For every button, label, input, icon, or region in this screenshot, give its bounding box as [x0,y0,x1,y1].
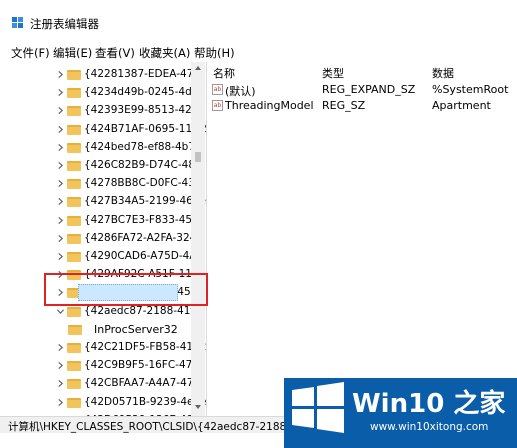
values-list: 名称 类型 数据 ab (默认) REG_EXPAND_SZ %SystemRo… [209,62,517,416]
tree-item-label: {4290CAD6-A75D-4AC [84,250,204,262]
registry-editor-icon [12,17,23,28]
value-data: %SystemRoot [432,83,509,96]
scroll-down-icon[interactable] [195,405,201,409]
tree-item-label: {42393E99-8513-42d3 [84,104,206,117]
tree-item-label: {4234d49b-0245-4df3 [84,86,203,99]
tree-item[interactable]: {42C9B9F5-16FC-47ef [8,357,206,375]
folder-icon [67,70,81,80]
value-data: Apartment [432,99,491,112]
folder-icon [67,106,81,117]
menu-file[interactable]: 文件(F) [11,45,50,61]
folder-icon [67,179,81,190]
menu-bar: 文件(F) 编辑(E) 查看(V) 收藏夹(A) 帮助(H) [0,42,517,62]
folder-icon [67,88,81,99]
folder-icon [67,161,81,171]
tree-item[interactable]: {424bed78-ef88-4b7c [8,139,206,157]
folder-icon [67,215,81,226]
chevron-right-icon[interactable] [57,107,64,115]
chevron-right-icon[interactable] [57,344,64,351]
tree-item-label: {42281387-EDEA-477( [84,68,205,80]
chevron-right-icon[interactable] [57,362,64,370]
tree-item-label: {427B34A5-2199-467e [84,195,206,208]
tree-item-label: InProcServer32 [94,322,178,336]
chevron-right-icon[interactable] [57,380,64,388]
tree-item-label: {42C9B9F5-16FC-47ef [84,359,203,372]
tree-item-label: {42D0571B-9239-4eee [84,395,207,408]
chevron-right-icon[interactable] [57,198,64,206]
folder-icon [67,306,81,317]
tree-item[interactable]: {426C82B9-D74C-487 [8,157,206,175]
watermark-url: www.win10xitong.com [370,421,489,433]
folder-icon [67,142,81,153]
chevron-right-icon[interactable] [57,253,64,260]
window-title: 注册表编辑器 [30,17,99,31]
column-header-data[interactable]: 数据 [432,65,454,81]
tree-item[interactable]: {424B71AF-0695-11D2 [8,121,206,139]
value-name: (默认) [225,85,256,98]
tree-item[interactable]: {42D0571B-9239-4eee [8,394,206,412]
watermark-brand: Win10 之家 [352,389,506,419]
folder-icon [67,252,81,262]
tree-item[interactable]: {4278BB8C-D0FC-438( [8,175,206,193]
tree-item-label: {4286FA72-A2FA-3245 [84,231,203,244]
scroll-thumb[interactable] [195,152,201,162]
tree-item-label: {42C21DF5-FB58-4102 [84,341,207,353]
tree-item-label: {42CBFAA7-A4A7-47B [84,377,201,390]
value-type: REG_EXPAND_SZ [322,83,416,96]
windows-logo-icon [292,382,344,433]
tree-item[interactable]: {42C21DF5-FB58-4102 [8,339,206,357]
tree-item[interactable]: {4290CAD6-A75D-4AC [8,248,206,266]
folder-icon [67,379,81,390]
chevron-right-icon[interactable] [57,162,64,169]
registry-tree[interactable]: {42281387-EDEA-477( {4234d49b-0245-4df3 {4… [8,62,207,416]
string-value-icon: ab [212,84,223,95]
tree-item-label: {42aedc87-2188-41fd- [84,304,205,317]
tree-item[interactable]: {4286FA72-A2FA-3245 [8,230,206,248]
tree-item[interactable]: {42281387-EDEA-477( [8,66,206,84]
chevron-right-icon[interactable] [57,71,64,78]
value-name: ThreadingModel [225,99,314,112]
column-header-name[interactable]: 名称 [213,65,235,81]
status-path: 计算机\HKEY_CLASSES_ROOT\CLSID\{42aedc87-21… [8,421,297,433]
menu-favorites[interactable]: 收藏夹(A) [139,45,190,61]
folder-icon [67,124,81,135]
column-header-type[interactable]: 类型 [322,65,344,81]
tree-item-label: {424B71AF-0695-11D2 [84,122,207,135]
chevron-down-icon[interactable] [57,308,64,315]
chevron-right-icon[interactable] [57,143,64,151]
tree-item[interactable]: InProcServer32 [8,321,206,339]
string-value-icon: ab [212,100,223,111]
chevron-right-icon[interactable] [57,216,64,224]
tree-item-label: {424bed78-ef88-4b7c [84,140,201,153]
chevron-right-icon[interactable] [57,234,64,242]
folder-icon [67,361,81,372]
tree-item-label: {4278BB8C-D0FC-438( [84,177,206,190]
folder-icon [67,343,81,353]
annotation-highlight-box [44,273,208,306]
tree-item[interactable]: {42393E99-8513-42d3 [8,102,206,120]
tree-scrollbar[interactable] [191,62,205,416]
menu-view[interactable]: 查看(V) [95,45,135,61]
tree-item[interactable]: {427B34A5-2199-467e [8,193,206,211]
folder-icon [68,324,82,335]
tree-item-label: {426C82B9-D74C-487 [84,159,202,171]
tree-item-label: {427BC7E3-F833-4584 [84,213,206,226]
tree-item[interactable]: {42CBFAA7-A4A7-47B [8,375,206,393]
folder-icon [67,397,81,408]
chevron-right-icon[interactable] [57,180,64,188]
scroll-up-icon[interactable] [195,66,201,70]
menu-edit[interactable]: 编辑(E) [53,45,92,61]
folder-icon [67,197,81,208]
chevron-right-icon[interactable] [57,125,64,133]
chevron-right-icon[interactable] [57,398,64,406]
menu-help[interactable]: 帮助(H) [194,45,235,61]
value-type: REG_SZ [322,99,366,112]
folder-icon [67,233,81,244]
tree-item[interactable]: {4234d49b-0245-4df3 [8,84,206,102]
chevron-right-icon[interactable] [57,89,64,97]
tree-item[interactable]: {427BC7E3-F833-4584 [8,212,206,230]
title-bar: 注册表编辑器 [0,0,517,40]
